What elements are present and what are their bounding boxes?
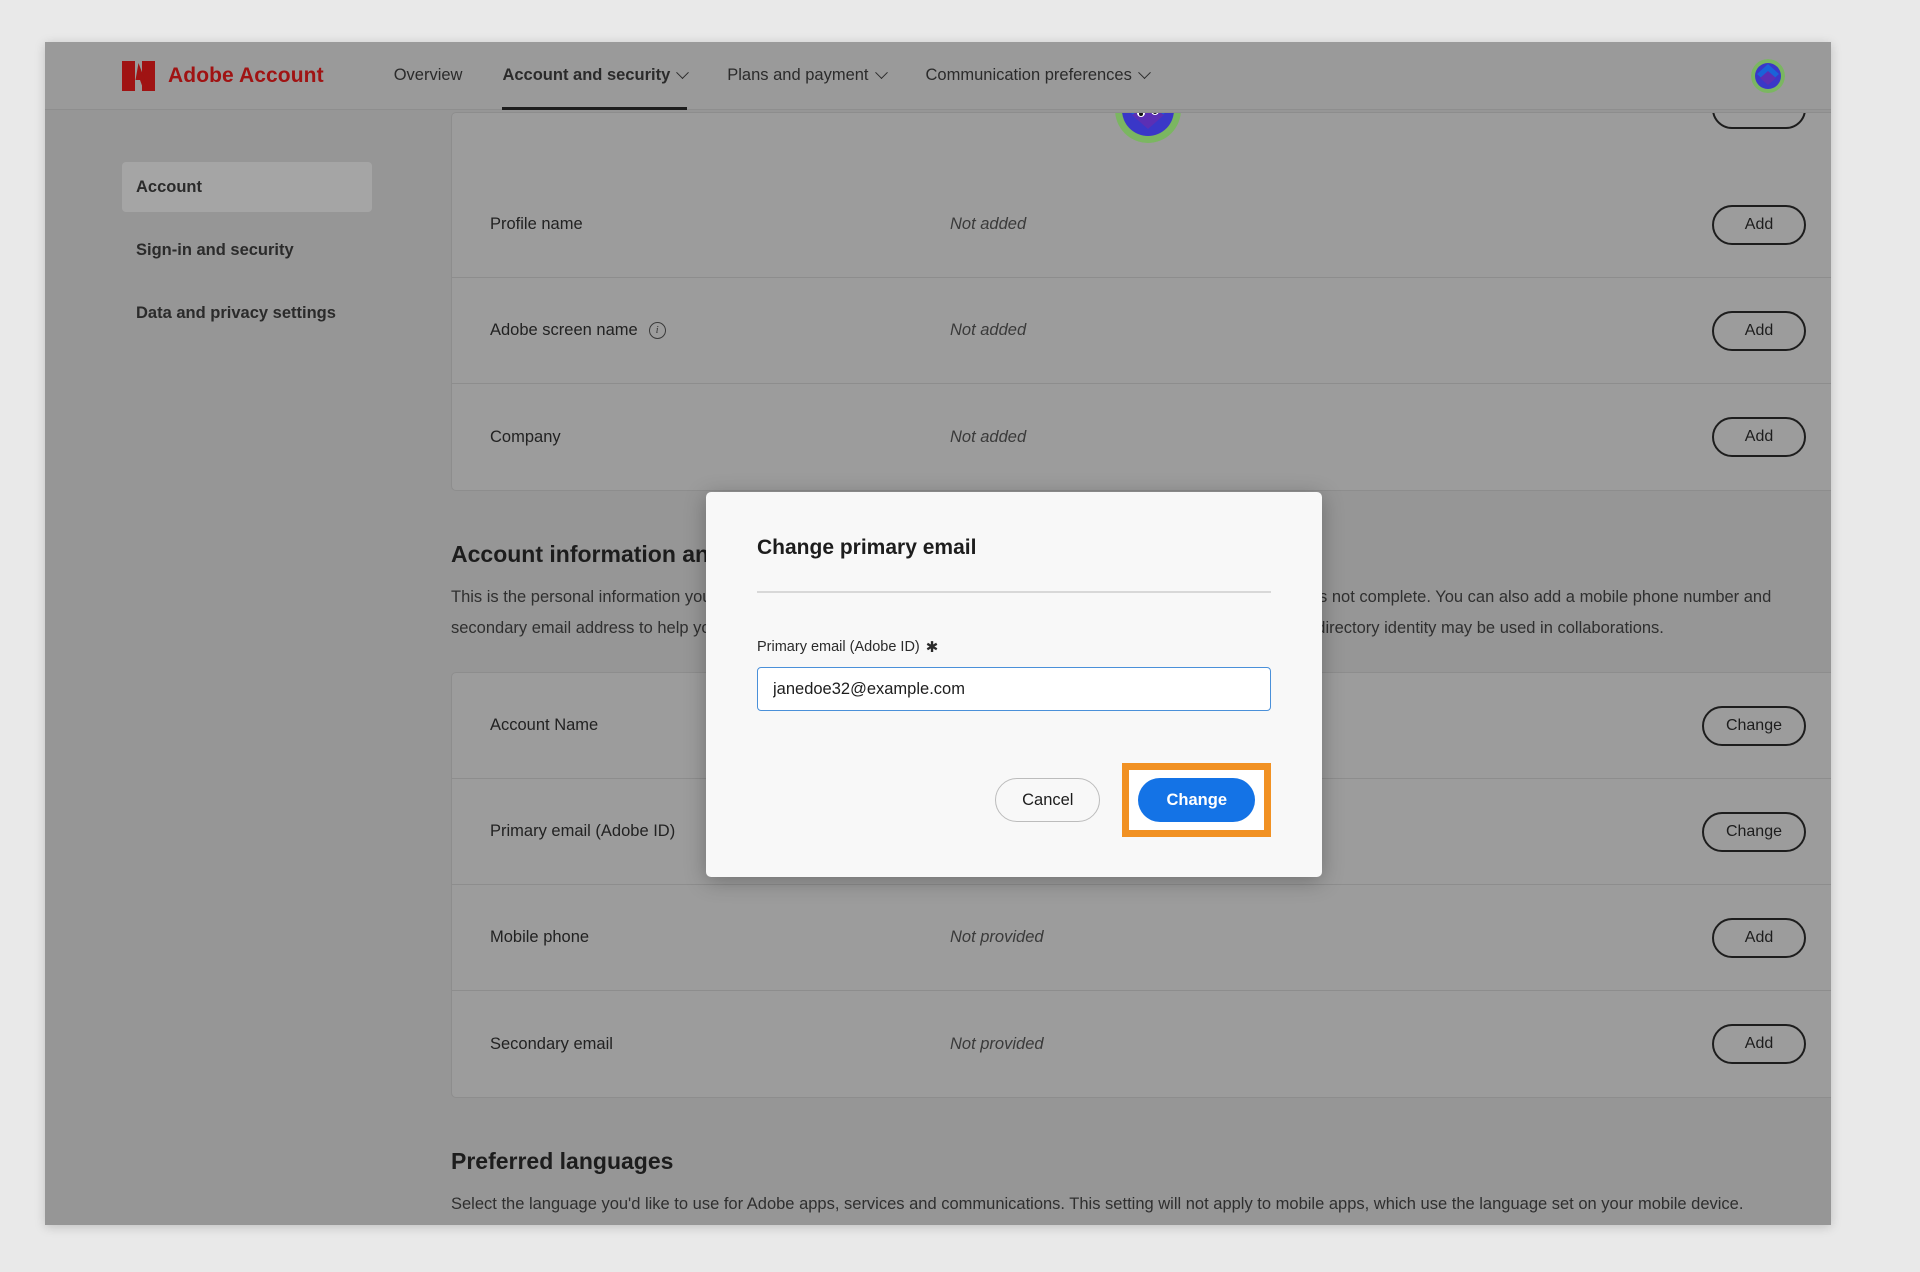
company-label: Company (490, 427, 561, 446)
preferred-languages-title: Preferred languages (451, 1148, 674, 1174)
tab-overview[interactable]: Overview (374, 42, 483, 110)
tab-communication-preferences-label: Communication preferences (925, 66, 1132, 84)
add-mobile-phone-button[interactable]: Add (1712, 917, 1806, 958)
nav-tab-list: Overview Account and security Plans and … (374, 42, 1169, 110)
table-row: Adobe screen name i Not added Add (452, 278, 1831, 384)
browser-window: Adobe Account Overview Account and secur… (45, 42, 1831, 1225)
mobile-phone-value: Not provided (950, 928, 1044, 946)
sidebar-item-account-label: Account (136, 177, 202, 196)
row-label: Profile name (490, 215, 950, 234)
sidebar-item-data-and-privacy-settings-label: Data and privacy settings (136, 303, 336, 322)
table-row: Company Not added Add (452, 384, 1831, 490)
profile-card-partial: Add (451, 112, 1831, 172)
add-company-button[interactable]: Add (1712, 417, 1806, 457)
change-button[interactable]: Change (1138, 778, 1255, 822)
sidebar-item-account[interactable]: Account (122, 162, 372, 212)
add-avatar-button[interactable]: Add (1712, 113, 1806, 129)
chevron-down-icon (874, 66, 888, 80)
email-field-label: Primary email (Adobe ID) ✱ (757, 638, 1271, 656)
preferred-languages-description: Select the language you'd like to use fo… (451, 1195, 1744, 1213)
sidebar-item-sign-in-and-security-label: Sign-in and security (136, 240, 294, 259)
tab-plans-and-payment-label: Plans and payment (727, 66, 869, 84)
profile-name-value: Not added (950, 215, 1027, 233)
chevron-down-icon (676, 66, 690, 80)
adobe-logo-icon (122, 60, 155, 91)
add-secondary-email-button[interactable]: Add (1712, 1024, 1806, 1064)
top-navigation-bar: Adobe Account Overview Account and secur… (45, 42, 1831, 110)
sidebar-item-data-and-privacy-settings[interactable]: Data and privacy settings (122, 288, 372, 338)
change-primary-email-dialog: Change primary email Primary email (Adob… (706, 492, 1322, 877)
cancel-button[interactable]: Cancel (995, 778, 1101, 822)
avatar-graphic (1751, 58, 1785, 93)
page-root: Adobe Account Overview Account and secur… (45, 42, 1831, 1225)
change-button-highlight: Change (1122, 763, 1271, 837)
sidebar-item-sign-in-and-security[interactable]: Sign-in and security (122, 225, 372, 275)
tab-overview-label: Overview (393, 66, 463, 84)
add-adobe-screen-name-button[interactable]: Add (1712, 310, 1806, 351)
profile-name-label: Profile name (490, 215, 583, 233)
mobile-phone-label: Mobile phone (490, 928, 590, 946)
adobe-screen-name-label: Adobe screen name (490, 321, 638, 339)
table-row: Mobile phone Not provided Add (452, 885, 1831, 991)
row-label: Company (490, 428, 950, 447)
email-field-label-text: Primary email (Adobe ID) (757, 639, 920, 655)
company-value: Not added (950, 427, 1027, 446)
user-avatar-icon[interactable] (1751, 58, 1785, 93)
info-icon[interactable]: i (648, 322, 666, 339)
primary-email-input[interactable] (757, 667, 1271, 711)
add-profile-name-button[interactable]: Add (1712, 204, 1806, 245)
sidebar-navigation: Account Sign-in and security Data and pr… (122, 162, 372, 351)
tab-account-and-security-label: Account and security (502, 66, 671, 84)
secondary-email-label: Secondary email (490, 1034, 613, 1053)
dialog-divider (757, 591, 1271, 593)
avatar-graphic (1115, 113, 1181, 143)
secondary-email-value: Not provided (950, 1034, 1044, 1053)
change-account-name-button[interactable]: Change (1701, 705, 1806, 746)
chevron-down-icon (1138, 66, 1151, 80)
table-row: Profile name Not added Add (452, 172, 1831, 278)
dialog-actions: Cancel Change (995, 763, 1271, 837)
row-label: Adobe screen name i (490, 321, 950, 340)
required-marker-icon: ✱ (925, 639, 939, 656)
profile-card: Profile name Not added Add Adobe screen … (451, 172, 1831, 491)
tab-plans-and-payment[interactable]: Plans and payment (707, 42, 905, 110)
brand-title: Adobe Account (168, 63, 324, 87)
change-primary-email-button[interactable]: Change (1701, 811, 1806, 852)
profile-avatar[interactable] (1115, 113, 1181, 143)
brand-logo[interactable]: Adobe Account (122, 60, 324, 91)
tab-communication-preferences[interactable]: Communication preferences (906, 42, 1169, 110)
adobe-screen-name-value: Not added (950, 321, 1027, 339)
table-row: Secondary email Not provided Add (452, 991, 1831, 1097)
tab-account-and-security[interactable]: Account and security (482, 42, 707, 110)
dialog-title: Change primary email (757, 536, 977, 559)
